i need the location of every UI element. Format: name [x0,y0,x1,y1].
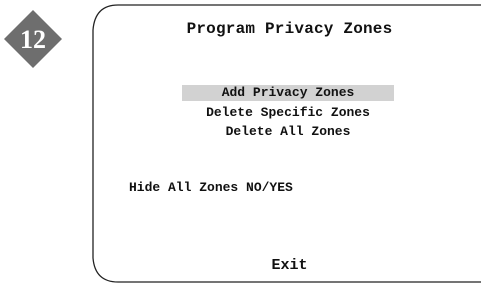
menu-item-delete-all-zones[interactable]: Delete All Zones [182,124,394,139]
exit-button[interactable]: Exit [98,257,481,274]
screen-frame [92,4,481,283]
menu-item-add-privacy-zones[interactable]: Add Privacy Zones [182,85,394,101]
diamond-icon: 12 [4,10,62,68]
step-number: 12 [20,25,46,54]
hide-all-zones-toggle[interactable]: Hide All Zones NO/YES [129,180,293,195]
step-number-badge: 12 [2,8,64,70]
menu-item-delete-specific-zones[interactable]: Delete Specific Zones [182,105,394,120]
page-title: Program Privacy Zones [186,20,393,38]
